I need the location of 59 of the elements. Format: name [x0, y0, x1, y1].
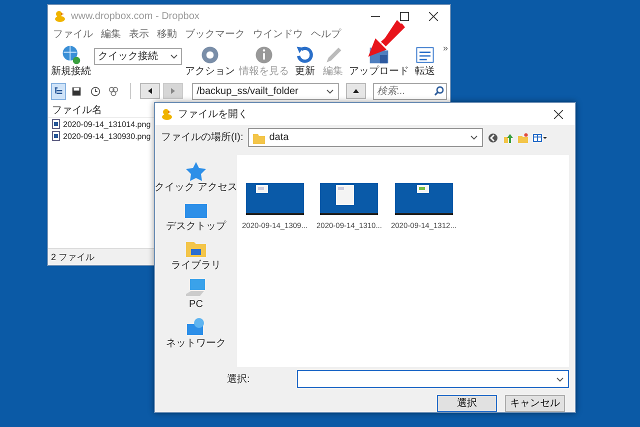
- clock-icon: [90, 86, 101, 96]
- place-item[interactable]: PC: [184, 278, 208, 311]
- location-label: ファイルの場所(I):: [161, 132, 244, 144]
- search-field[interactable]: 検索...: [372, 82, 447, 100]
- back-icon[interactable]: [488, 132, 498, 143]
- caret-icon: [470, 135, 478, 140]
- window-title: www.dropbox.com - Dropbox: [71, 10, 200, 22]
- right-triangle-icon: [168, 87, 177, 95]
- place-item[interactable]: ネットワーク: [166, 316, 226, 350]
- file-name-input[interactable]: [297, 370, 569, 388]
- status-text: 2 ファイル: [51, 250, 95, 264]
- new-folder-icon[interactable]: [518, 132, 528, 143]
- up-button[interactable]: [346, 83, 366, 99]
- close-icon[interactable]: [554, 110, 563, 118]
- computer-icon: [184, 278, 208, 298]
- close-icon[interactable]: [429, 12, 438, 20]
- star-icon: [184, 160, 208, 181]
- caret-icon: [326, 88, 334, 94]
- duck-icon: [54, 10, 66, 22]
- maximize-icon[interactable]: [400, 12, 409, 20]
- nav-button[interactable]: [140, 83, 160, 99]
- quick-connect-dropdown[interactable]: クイック接続: [94, 48, 182, 65]
- overflow-chevron[interactable]: »: [442, 42, 448, 54]
- caret-icon: [170, 54, 178, 59]
- dialog-title: ファイルを開く: [178, 108, 248, 121]
- duck-icon: [161, 108, 173, 120]
- toolbar-button[interactable]: 転送: [412, 44, 438, 78]
- toolbar-button[interactable]: 更新: [292, 44, 318, 78]
- file-name-label: 選択:: [227, 373, 251, 386]
- place-item[interactable]: ライブラリ: [171, 238, 221, 272]
- caret-icon: [556, 376, 564, 382]
- up-folder-icon[interactable]: [503, 132, 514, 143]
- menu-item[interactable]: 移動: [157, 28, 177, 40]
- menu-item[interactable]: ブックマーク: [185, 28, 245, 40]
- menu-item[interactable]: 編集: [101, 28, 121, 40]
- place-item[interactable]: クイック アクセス: [154, 160, 238, 194]
- search-icon[interactable]: [434, 86, 444, 96]
- path-dropdown[interactable]: /backup_ss/vailt_folder: [192, 82, 340, 100]
- menu-item[interactable]: ヘルプ: [311, 28, 341, 40]
- view-button[interactable]: [51, 82, 66, 100]
- dialog-button[interactable]: キャンセル: [505, 394, 565, 412]
- toolbar-button[interactable]: アクション: [184, 44, 236, 78]
- location-dropdown[interactable]: data: [248, 128, 484, 148]
- left-triangle-icon: [146, 87, 154, 95]
- menu-item[interactable]: ファイル: [53, 28, 93, 40]
- folder-icon: [253, 132, 266, 144]
- toolbar-button[interactable]: 新規接続: [50, 44, 92, 78]
- dialog-button[interactable]: 選択: [437, 394, 497, 412]
- menu-item[interactable]: ウインドウ: [253, 28, 303, 40]
- view-menu-icon[interactable]: [533, 132, 548, 143]
- floppy-icon: [71, 86, 82, 96]
- rings-icon: [108, 86, 120, 96]
- up-triangle-icon: [352, 87, 360, 95]
- menu-item[interactable]: 表示: [129, 28, 149, 40]
- file-name[interactable]: 2020-09-14_130930.png: [63, 132, 151, 140]
- file-name[interactable]: 2020-09-14_131014.png: [63, 120, 151, 128]
- place-item[interactable]: デスクトップ: [166, 200, 226, 233]
- column-header[interactable]: ファイル名: [52, 102, 102, 116]
- tree-icon: [53, 86, 64, 96]
